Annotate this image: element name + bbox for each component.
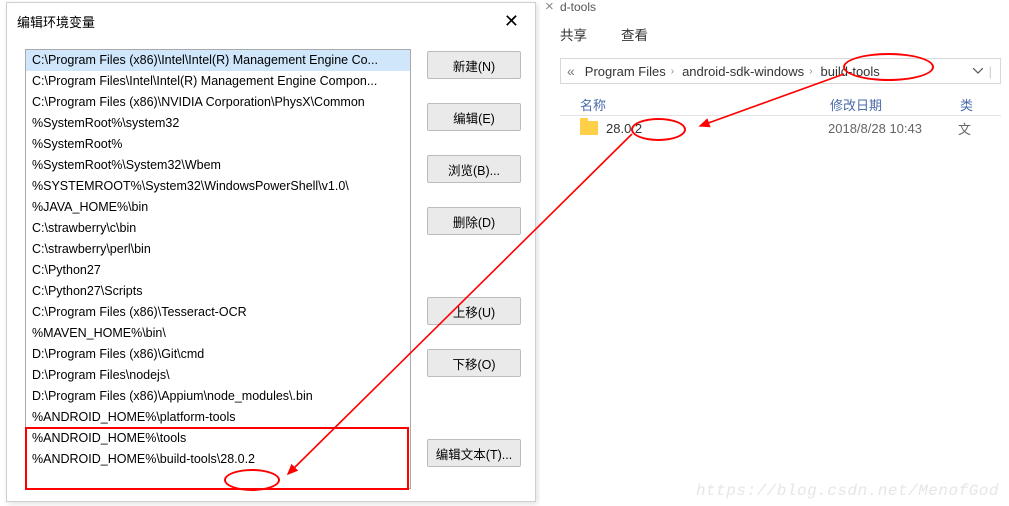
watermark-text: https://blog.csdn.net/MenofGod <box>696 482 999 500</box>
path-item[interactable]: C:\Python27\Scripts <box>26 281 410 302</box>
dialog-button-column: 新建(N) 编辑(E) 浏览(B)... 删除(D) 上移(U) 下移(O) 编… <box>427 49 521 489</box>
breadcrumb[interactable]: « Program Files › android-sdk-windows › … <box>560 58 1001 84</box>
path-item[interactable]: %SystemRoot%\system32 <box>26 113 410 134</box>
explorer-tab-fragment: d-tools <box>560 0 596 12</box>
item-date: 2018/8/28 10:43 <box>828 121 958 136</box>
dialog-titlebar: 编辑环境变量 ✕ <box>7 3 535 39</box>
path-item[interactable]: C:\Program Files\Intel\Intel(R) Manageme… <box>26 71 410 92</box>
browse-button[interactable]: 浏览(B)... <box>427 155 521 183</box>
dialog-title: 编辑环境变量 <box>17 12 498 31</box>
new-button[interactable]: 新建(N) <box>427 51 521 79</box>
move-up-button[interactable]: 上移(U) <box>427 297 521 325</box>
path-item[interactable]: %SystemRoot%\System32\Wbem <box>26 155 410 176</box>
move-down-button[interactable]: 下移(O) <box>427 349 521 377</box>
breadcrumb-segment[interactable]: build-tools <box>817 64 884 79</box>
path-item[interactable]: C:\strawberry\c\bin <box>26 218 410 239</box>
ribbon-tabs: 共享 查看 <box>560 24 648 44</box>
path-item[interactable]: D:\Program Files (x86)\Git\cmd <box>26 344 410 365</box>
close-icon[interactable]: ✕ <box>498 11 525 32</box>
path-item[interactable]: %JAVA_HOME%\bin <box>26 197 410 218</box>
breadcrumb-dropdown-icon[interactable]: | <box>965 64 1000 79</box>
path-item[interactable]: %ANDROID_HOME%\tools <box>26 428 410 449</box>
edit-button[interactable]: 编辑(E) <box>427 103 521 131</box>
folder-icon <box>580 121 598 135</box>
breadcrumb-label: Program Files <box>585 64 666 79</box>
path-item[interactable]: %ANDROID_HOME%\platform-tools <box>26 407 410 428</box>
list-item[interactable]: 28.0.2 2018/8/28 10:43 文 <box>560 116 1001 140</box>
column-header-name[interactable]: 名称 <box>560 95 810 114</box>
path-item[interactable]: C:\Program Files (x86)\NVIDIA Corporatio… <box>26 92 410 113</box>
path-item[interactable]: %MAVEN_HOME%\bin\ <box>26 323 410 344</box>
column-headers: 名称 修改日期 类 <box>560 94 1001 116</box>
path-item[interactable]: %ANDROID_HOME%\build-tools\28.0.2 <box>26 449 410 470</box>
path-item[interactable]: C:\Program Files (x86)\Intel\Intel(R) Ma… <box>26 50 410 71</box>
ribbon-tab-share[interactable]: 共享 <box>560 24 587 44</box>
ribbon-tab-view[interactable]: 查看 <box>621 24 648 44</box>
path-listbox[interactable]: C:\Program Files (x86)\Intel\Intel(R) Ma… <box>25 49 411 489</box>
chevron-right-icon: › <box>809 66 812 77</box>
path-item[interactable]: D:\Program Files\nodejs\ <box>26 365 410 386</box>
delete-button[interactable]: 删除(D) <box>427 207 521 235</box>
breadcrumb-history-icon[interactable]: « <box>565 63 581 79</box>
breadcrumb-segment[interactable]: android-sdk-windows › <box>678 64 816 79</box>
breadcrumb-label: build-tools <box>821 64 880 79</box>
path-item[interactable]: C:\Program Files (x86)\Tesseract-OCR <box>26 302 410 323</box>
path-item[interactable]: %SystemRoot% <box>26 134 410 155</box>
path-item[interactable]: D:\Program Files (x86)\Appium\node_modul… <box>26 386 410 407</box>
path-item[interactable]: C:\strawberry\perl\bin <box>26 239 410 260</box>
file-list: 28.0.2 2018/8/28 10:43 文 <box>560 116 1001 140</box>
item-type: 文 <box>958 119 971 138</box>
item-name: 28.0.2 <box>606 121 828 136</box>
column-header-date[interactable]: 修改日期 <box>810 95 940 114</box>
breadcrumb-segment[interactable]: Program Files › <box>581 64 678 79</box>
column-header-type[interactable]: 类 <box>940 95 980 114</box>
path-item[interactable]: %SYSTEMROOT%\System32\WindowsPowerShell\… <box>26 176 410 197</box>
edit-env-var-dialog: 编辑环境变量 ✕ C:\Program Files (x86)\Intel\In… <box>6 2 536 502</box>
edit-text-button[interactable]: 编辑文本(T)... <box>427 439 521 467</box>
breadcrumb-label: android-sdk-windows <box>682 64 804 79</box>
chevron-right-icon: › <box>671 66 674 77</box>
path-item[interactable]: C:\Python27 <box>26 260 410 281</box>
close-icon[interactable]: × <box>545 0 554 15</box>
